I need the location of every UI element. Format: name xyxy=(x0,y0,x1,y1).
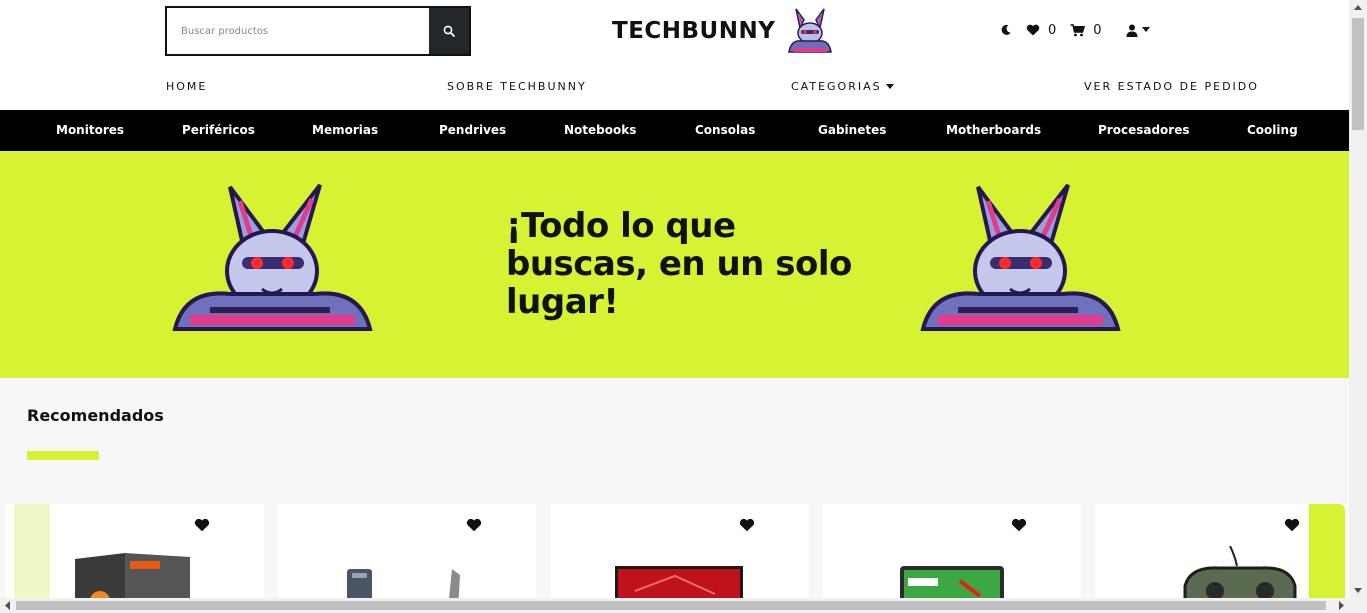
category-link-notebooks[interactable]: Notebooks xyxy=(564,123,636,137)
bunny-mascot-image xyxy=(920,183,1121,331)
brand-logo-link[interactable]: TECHBUNNY xyxy=(612,6,839,56)
horizontal-scroll-thumb[interactable] xyxy=(16,601,1326,610)
category-link-motherboards[interactable]: Motherboards xyxy=(946,123,1041,137)
hero-banner: ¡Todo lo que buscas, en un solo lugar! xyxy=(0,151,1349,378)
category-link-cooling[interactable]: Cooling xyxy=(1247,123,1298,137)
category-link-consolas[interactable]: Consolas xyxy=(695,123,755,137)
section-title: Recomendados xyxy=(27,406,164,425)
category-bar: Monitores Periféricos Memorias Pendrives… xyxy=(0,110,1349,151)
carousel-next-area[interactable] xyxy=(1309,504,1345,613)
hero-title: ¡Todo lo que buscas, en un solo lugar! xyxy=(506,206,852,322)
category-link-procesadores[interactable]: Procesadores xyxy=(1098,123,1189,137)
horizontal-scrollbar[interactable] xyxy=(0,598,1367,613)
product-card[interactable] xyxy=(550,504,809,613)
vertical-scrollbar[interactable] xyxy=(1349,0,1367,598)
search-icon xyxy=(443,25,455,37)
category-link-gabinetes[interactable]: Gabinetes xyxy=(818,123,886,137)
theme-toggle[interactable] xyxy=(1000,24,1012,36)
heart-icon[interactable] xyxy=(1011,518,1027,532)
cart-button[interactable]: 0 xyxy=(1070,22,1102,38)
caret-down-icon xyxy=(886,84,895,89)
search-bar xyxy=(165,6,471,56)
heart-icon[interactable] xyxy=(466,518,482,532)
bunny-logo xyxy=(788,8,833,53)
nav-about[interactable]: SOBRE TECHBUNNY xyxy=(447,80,587,93)
heart-icon[interactable] xyxy=(194,518,210,532)
scroll-left-arrow-icon[interactable] xyxy=(0,598,16,613)
heart-icon xyxy=(1026,24,1040,36)
section-title-underline xyxy=(27,451,99,460)
product-card[interactable] xyxy=(277,504,536,613)
nav-order-status[interactable]: VER ESTADO DE PEDIDO xyxy=(1084,80,1259,93)
scroll-right-arrow-icon[interactable] xyxy=(1333,598,1349,613)
recommended-section: Recomendados xyxy=(0,378,1354,613)
category-link-perifericos[interactable]: Periféricos xyxy=(182,123,255,137)
user-icon xyxy=(1126,24,1138,37)
scroll-up-arrow-icon[interactable] xyxy=(1349,0,1367,16)
bunny-mascot-image xyxy=(172,183,373,331)
search-button[interactable] xyxy=(429,8,469,54)
cart-icon xyxy=(1070,23,1086,36)
cart-count: 0 xyxy=(1093,22,1102,38)
nav-categories[interactable]: CATEGORIAS xyxy=(791,80,895,93)
heart-icon[interactable] xyxy=(739,518,755,532)
nav-categories-label: CATEGORIAS xyxy=(791,80,882,93)
product-card[interactable] xyxy=(822,504,1081,613)
category-link-memorias[interactable]: Memorias xyxy=(312,123,378,137)
header-actions: 0 0 xyxy=(1000,20,1164,40)
wishlist-count: 0 xyxy=(1048,22,1057,38)
search-input[interactable] xyxy=(167,8,429,54)
category-link-monitores[interactable]: Monitores xyxy=(56,123,124,137)
nav-home[interactable]: HOME xyxy=(166,80,207,93)
carousel-prev-area[interactable] xyxy=(14,504,50,613)
wishlist-button[interactable]: 0 xyxy=(1026,23,1056,38)
user-menu-button[interactable] xyxy=(1126,24,1150,37)
moon-icon xyxy=(1001,24,1011,35)
page: TECHBUNNY 0 xyxy=(0,0,1367,613)
brand-name: TECHBUNNY xyxy=(612,18,776,44)
category-link-pendrives[interactable]: Pendrives xyxy=(439,123,506,137)
caret-down-icon xyxy=(1141,27,1150,32)
heart-icon[interactable] xyxy=(1284,518,1300,532)
scroll-down-arrow-icon[interactable] xyxy=(1349,582,1367,598)
main-nav: HOME SOBRE TECHBUNNY CATEGORIAS VER ESTA… xyxy=(0,78,1349,98)
vertical-scroll-thumb[interactable] xyxy=(1352,18,1364,130)
